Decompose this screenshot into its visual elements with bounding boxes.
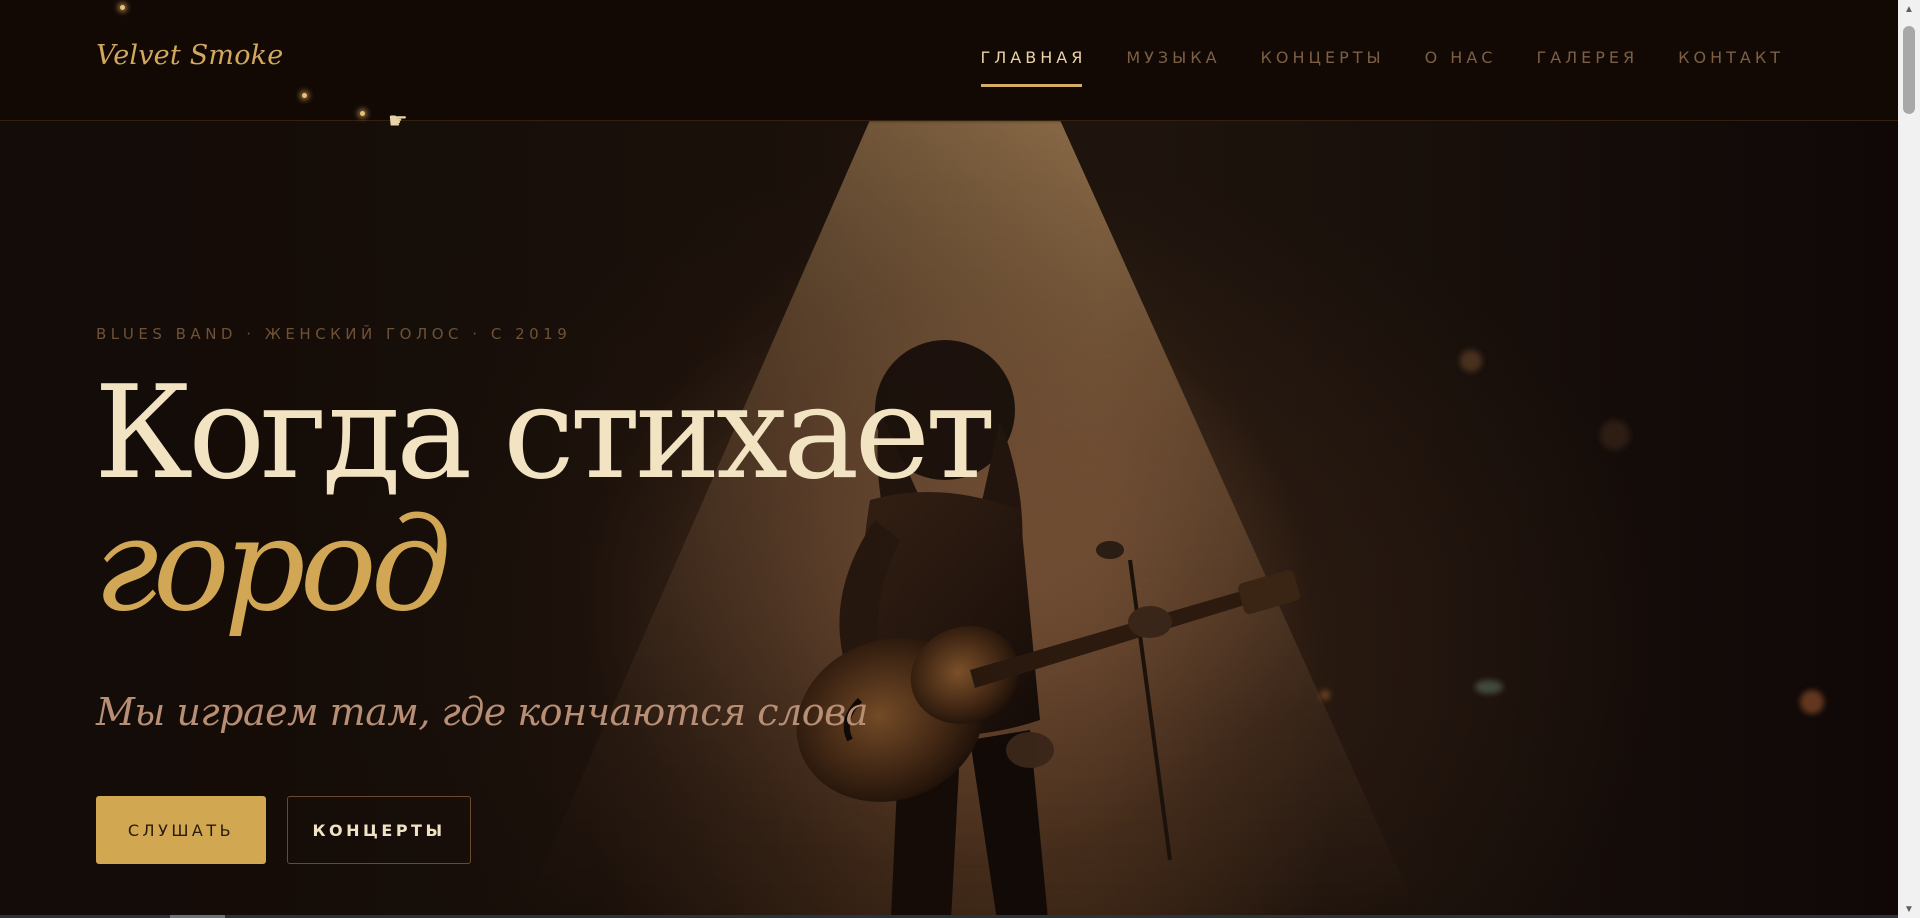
hero-subtitle: Мы играем там, где кончаются слова <box>96 690 868 734</box>
hero-section: BLUES BAND · ЖЕНСКИЙ ГОЛОС · С 2019 Когд… <box>0 120 1898 918</box>
bokeh-light <box>1600 420 1630 450</box>
pointing-hand-icon: ☛ <box>388 108 408 133</box>
nav-item-music[interactable]: МУЗЫКА <box>1126 48 1220 87</box>
scroll-up-arrow-icon[interactable]: ▲ <box>1898 0 1920 18</box>
bokeh-light <box>1800 690 1824 714</box>
site-header: Velvet Smoke ГЛАВНАЯ МУЗЫКА КОНЦЕРТЫ О Н… <box>0 0 1898 121</box>
bokeh-light <box>1475 680 1503 694</box>
page-viewport: Velvet Smoke ГЛАВНАЯ МУЗЫКА КОНЦЕРТЫ О Н… <box>0 0 1898 918</box>
vertical-scrollbar[interactable]: ▲ ▼ <box>1898 0 1920 918</box>
site-logo[interactable]: Velvet Smoke <box>96 40 283 71</box>
listen-button[interactable]: СЛУШАТЬ <box>96 796 266 864</box>
hero-eyebrow: BLUES BAND · ЖЕНСКИЙ ГОЛОС · С 2019 <box>96 325 572 343</box>
nav-item-home[interactable]: ГЛАВНАЯ <box>980 48 1087 87</box>
nav-item-contact[interactable]: КОНТАКТ <box>1678 48 1784 87</box>
main-nav: ГЛАВНАЯ МУЗЫКА КОНЦЕРТЫ О НАС ГАЛЕРЕЯ КО… <box>980 48 1785 87</box>
hero-title-line1: Когда стихает <box>94 359 996 508</box>
nav-item-about[interactable]: О НАС <box>1425 48 1497 87</box>
sparkle-dot <box>360 111 365 116</box>
scroll-down-arrow-icon[interactable]: ▼ <box>1898 900 1920 918</box>
sparkle-dot <box>302 93 307 98</box>
hero-title-accent: город <box>94 491 452 640</box>
hero-title: Когда стихает город <box>94 368 996 640</box>
sparkle-dot <box>120 5 125 10</box>
concerts-button[interactable]: КОНЦЕРТЫ <box>287 796 471 864</box>
scrollbar-thumb[interactable] <box>1903 26 1915 114</box>
nav-item-concerts[interactable]: КОНЦЕРТЫ <box>1261 48 1385 87</box>
nav-item-gallery[interactable]: ГАЛЕРЕЯ <box>1536 48 1638 87</box>
bokeh-light <box>1460 350 1482 372</box>
